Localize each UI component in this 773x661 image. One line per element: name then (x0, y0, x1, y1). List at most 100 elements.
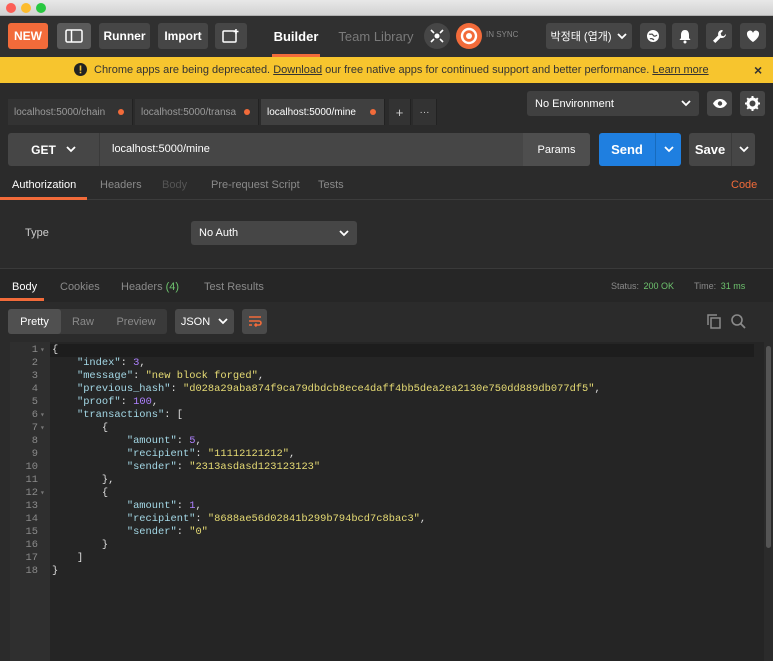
code-line: "sender": "2313asdasd123123123" (126, 461, 321, 473)
sidebar-toggle-button[interactable] (57, 23, 91, 49)
tab-response-headers[interactable]: Headers (4) (121, 281, 179, 293)
request-tab-active[interactable]: localhost:5000/mine (261, 99, 385, 125)
sync-status-icon[interactable] (456, 23, 482, 49)
request-tab[interactable]: localhost:5000/transa (135, 99, 259, 125)
time-value: 31 ms (720, 281, 746, 291)
runner-button[interactable]: Runner (99, 23, 150, 49)
code-line: "transactions": [ (76, 409, 183, 421)
user-menu-button[interactable]: 박정태 (엽개) (546, 23, 632, 49)
globe-button[interactable] (640, 23, 666, 49)
code-line: "amount": 5, (126, 435, 202, 447)
generate-code-link[interactable]: Code (731, 179, 757, 191)
line-number: 1 (31, 344, 38, 356)
close-window-button[interactable] (6, 3, 16, 13)
tab-team-library[interactable]: Team Library (336, 16, 416, 57)
learn-more-link[interactable]: Learn more (652, 64, 708, 76)
download-link[interactable]: Download (273, 64, 322, 76)
tab-prerequest-script[interactable]: Pre-request Script (211, 179, 300, 191)
eye-icon (712, 99, 727, 108)
interceptor-button[interactable] (424, 23, 450, 49)
wrap-lines-icon (248, 315, 262, 327)
url-input[interactable]: localhost:5000/mine (112, 143, 210, 155)
add-tab-button[interactable]: + (389, 99, 411, 125)
deprecation-banner: Chrome apps are being deprecated. Downlo… (0, 57, 773, 83)
chevron-down-icon (738, 146, 749, 153)
preview-view-button[interactable]: Preview (105, 309, 167, 334)
active-tab-indicator (0, 298, 44, 301)
banner-close-button[interactable]: × (754, 62, 762, 78)
line-number: 4 (31, 383, 38, 395)
json-index-value: 3 (133, 357, 140, 369)
tab-builder[interactable]: Builder (266, 16, 326, 57)
send-options-button[interactable] (655, 133, 681, 166)
satellite-icon (430, 29, 444, 43)
save-options-button[interactable] (731, 133, 755, 166)
new-button[interactable]: NEW (8, 23, 48, 49)
request-tabs-bar: localhost:5000/chain localhost:5000/tran… (0, 83, 773, 125)
manage-environments-button[interactable] (740, 91, 765, 116)
json-message-value: "new block forged" (145, 370, 258, 382)
favorites-button[interactable] (740, 23, 766, 49)
tab-response-body[interactable]: Body (12, 281, 37, 293)
fold-toggle-icon[interactable]: ▾ (40, 422, 45, 435)
code-line: "amount": 1, (126, 500, 202, 512)
tab-response-cookies[interactable]: Cookies (60, 281, 100, 293)
chevron-down-icon (339, 230, 349, 237)
banner-text-end: our free native apps for continued suppo… (325, 64, 650, 76)
wrap-lines-button[interactable] (242, 309, 267, 334)
settings-button[interactable] (706, 23, 732, 49)
code-line: { (52, 487, 109, 499)
format-select[interactable]: JSON (175, 309, 234, 334)
line-number: 11 (25, 474, 38, 486)
environment-select[interactable]: No Environment (527, 91, 699, 116)
line-number: 16 (25, 539, 38, 551)
import-button[interactable]: Import (158, 23, 208, 49)
code-line: "recipient": "8688ae56d02841b299b794bcd7… (126, 513, 427, 525)
tab-test-results[interactable]: Test Results (204, 281, 264, 293)
code-line: "index": 3, (76, 357, 146, 369)
request-tab-label: localhost:5000/mine (267, 106, 356, 118)
raw-view-button[interactable]: Raw (61, 309, 105, 334)
environment-quick-look-button[interactable] (707, 91, 732, 116)
pretty-view-button[interactable]: Pretty (8, 309, 61, 334)
line-number: 15 (25, 526, 38, 538)
chevron-down-icon (617, 32, 628, 39)
heart-icon (746, 30, 760, 42)
send-button[interactable]: Send (599, 133, 655, 166)
send-button-group: Send (599, 133, 681, 166)
line-number: 9 (31, 448, 38, 460)
window-titlebar (0, 0, 773, 16)
line-number: 6 (31, 409, 38, 421)
fold-toggle-icon[interactable]: ▾ (40, 344, 45, 357)
request-tab[interactable]: localhost:5000/chain (8, 99, 133, 125)
more-tabs-button[interactable]: ··· (413, 99, 437, 125)
response-body-viewer[interactable]: 1 ▾ 2 3 4 5 6 ▾ 7 ▾ 8 9 10 11 12 ▾ 13 14 15 16 17 18 { "index… (10, 342, 764, 661)
line-number: 3 (31, 370, 38, 382)
search-response-button[interactable] (731, 314, 746, 334)
gear-icon (745, 96, 760, 111)
save-button[interactable]: Save (689, 133, 731, 166)
params-button[interactable]: Params (523, 133, 590, 166)
auth-type-label: Type (25, 227, 49, 239)
fold-toggle-icon[interactable]: ▾ (40, 409, 45, 422)
fold-toggle-icon[interactable]: ▾ (40, 487, 45, 500)
zoom-window-button[interactable] (36, 3, 46, 13)
tab-body[interactable]: Body (162, 179, 187, 191)
chevron-down-icon (66, 146, 76, 153)
auth-type-select[interactable]: No Auth (191, 221, 357, 245)
method-value: GET (31, 142, 56, 157)
notifications-button[interactable] (672, 23, 698, 49)
unsaved-dot-icon (118, 109, 124, 115)
scrollbar-thumb[interactable] (766, 346, 771, 548)
tab-headers[interactable]: Headers (100, 179, 142, 191)
method-select[interactable]: GET (8, 133, 100, 166)
unsaved-dot-icon (370, 109, 376, 115)
code-line: } (52, 565, 59, 577)
minimize-window-button[interactable] (21, 3, 31, 13)
json-tx1-amount-value: 5 (189, 435, 196, 447)
tab-authorization[interactable]: Authorization (12, 179, 76, 191)
tab-tests[interactable]: Tests (318, 179, 344, 191)
line-number: 17 (25, 552, 38, 564)
copy-response-button[interactable] (707, 314, 721, 334)
new-window-button[interactable] (215, 23, 247, 49)
